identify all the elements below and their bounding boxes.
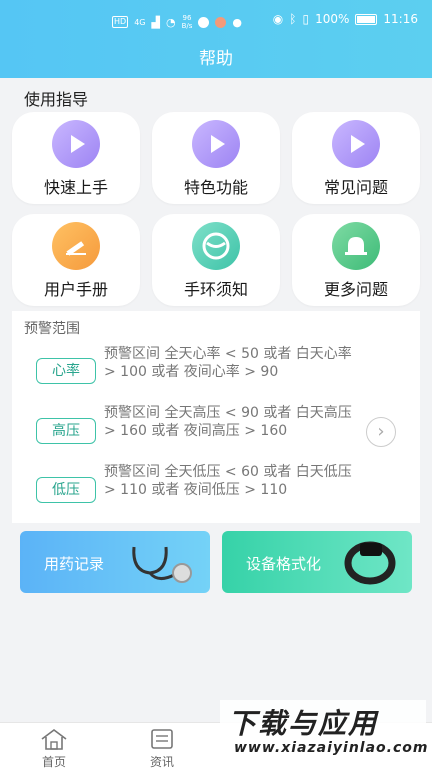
tile-more-questions[interactable]: 更多问题 xyxy=(292,214,420,306)
warning-text-diastolic: 预警区间 全天低压 < 60 或者 白天低压 > 110 或者 夜间低压 > 1… xyxy=(104,464,352,498)
device-format-banner[interactable]: 设备格式化 xyxy=(222,531,412,593)
tab-news[interactable]: 资讯 xyxy=(132,727,192,768)
stethoscope-icon xyxy=(132,546,192,583)
tile-label: 用户手册 xyxy=(43,280,108,299)
play-icon xyxy=(52,120,100,168)
play-icon xyxy=(332,120,380,168)
tile-faq[interactable]: 常见问题 xyxy=(292,112,420,204)
watermark-url: www.xiazaiyinlao.com xyxy=(234,740,429,756)
warning-text-heart-rate: 预警区间 全天心率 < 50 或者 白天心率 > 100 或者 夜间心率 > 9… xyxy=(104,346,352,380)
clock: 11:16 xyxy=(383,12,418,26)
network-chip: HD xyxy=(112,16,129,28)
banner-label: 设备格式化 xyxy=(246,555,322,573)
wristband-icon xyxy=(344,541,396,585)
battery-percent: 100% xyxy=(315,12,350,26)
tile-label: 常见问题 xyxy=(323,178,388,197)
bluetooth-icon: ᛒ xyxy=(289,12,297,26)
tile-band-notes[interactable]: 手环须知 xyxy=(152,214,280,306)
status-bar: HD 4G ▟ ◔ 96 B/s ● ◉ ᛒ ▯ 100% 11:16 xyxy=(0,0,432,44)
guide-section-title: 使用指导 xyxy=(24,90,89,109)
tag-heart-rate: 心率 xyxy=(36,358,96,384)
tile-label: 更多问题 xyxy=(323,280,388,299)
tab-home[interactable]: 首页 xyxy=(24,727,84,768)
home-icon xyxy=(41,729,67,750)
tile-user-manual[interactable]: 用户手册 xyxy=(12,214,140,306)
tile-label: 手环须知 xyxy=(183,280,248,299)
tag-diastolic: 低压 xyxy=(36,477,96,503)
warning-text-systolic: 预警区间 全天高压 < 90 或者 白天高压 > 160 或者 夜间高压 > 1… xyxy=(104,405,352,439)
status-left: HD 4G ▟ ◔ 96 B/s ● xyxy=(112,14,242,30)
play-icon xyxy=(192,120,240,168)
page-title: 帮助 xyxy=(0,44,432,78)
chat-icon: ● xyxy=(232,15,242,29)
network-generation: 4G xyxy=(134,17,146,27)
news-icon xyxy=(151,729,173,749)
tag-systolic: 高压 xyxy=(36,418,96,444)
vibrate-icon: ▯ xyxy=(302,12,310,26)
tile-label: 快速上手 xyxy=(43,178,108,197)
battery-icon xyxy=(355,13,378,25)
watermark: 下载与应用 www.xiazaiyinlao.com xyxy=(220,700,429,764)
net-speed-value: 96 xyxy=(182,14,192,22)
band-icon xyxy=(192,222,240,270)
bell-icon xyxy=(332,222,380,270)
net-speed-unit: B/s xyxy=(181,22,193,30)
tile-features[interactable]: 特色功能 xyxy=(152,112,280,204)
app-notification-icon xyxy=(198,16,210,28)
net-speed: 96 B/s xyxy=(182,14,193,30)
tab-label: 首页 xyxy=(41,755,66,768)
wifi-icon: ◔ xyxy=(165,15,176,29)
status-right: ◉ ᛒ ▯ 100% 11:16 xyxy=(273,12,418,26)
warning-title: 预警范围 xyxy=(24,321,80,337)
watermark-title: 下载与应用 xyxy=(228,707,379,740)
tile-label: 特色功能 xyxy=(183,178,248,197)
chevron-right-icon[interactable]: › xyxy=(366,417,396,447)
pencil-icon xyxy=(52,222,100,270)
signal-icon: ▟ xyxy=(151,15,160,29)
tile-quick-start[interactable]: 快速上手 xyxy=(12,112,140,204)
tab-label: 资讯 xyxy=(149,755,174,768)
medication-record-banner[interactable]: 用药记录 xyxy=(20,531,210,593)
eye-icon: ◉ xyxy=(272,12,284,26)
banner-label: 用药记录 xyxy=(44,555,105,573)
message-notification-icon xyxy=(215,16,227,28)
